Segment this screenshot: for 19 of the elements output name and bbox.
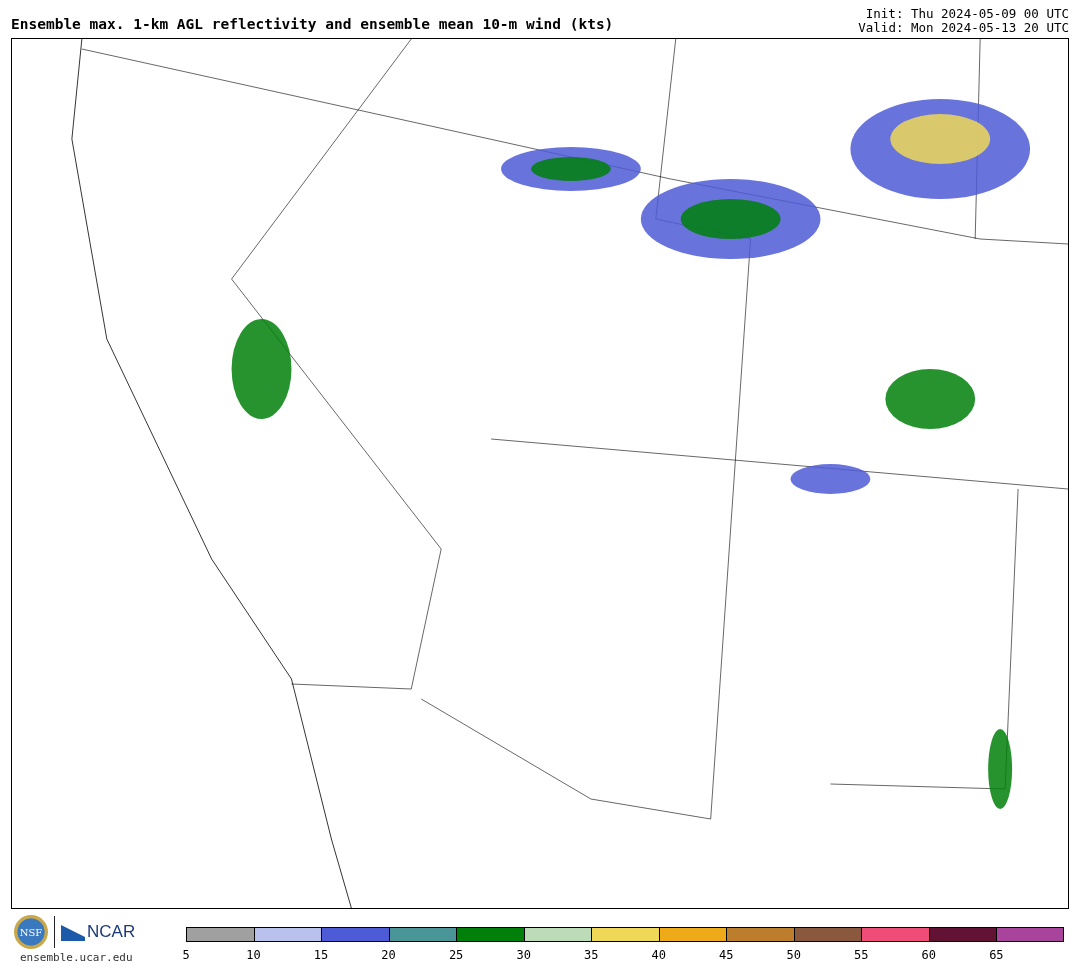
ncar-logo: NCAR — [61, 922, 136, 942]
colorbar-label: 5 — [182, 947, 190, 962]
site-url: ensemble.ucar.edu — [19, 951, 133, 964]
colorbar-label: 40 — [651, 947, 666, 962]
valid-time: Valid: Mon 2024-05-13 20 UTC — [858, 21, 1069, 35]
colorbar-label: 45 — [719, 947, 734, 962]
colorbar-label: 10 — [246, 947, 261, 962]
nsf-logo: NSF — [14, 915, 48, 949]
colorbar-label: 50 — [786, 947, 801, 962]
init-time: Init: Thu 2024-05-09 00 UTC — [865, 7, 1069, 21]
colorbar-label: 65 — [989, 947, 1004, 962]
colorbar-label: 55 — [854, 947, 869, 962]
colorbar-label: 25 — [448, 947, 464, 962]
chart-title: Ensemble max. 1-km AGL reflectivity and ensemble mean 10-m wind (kts) — [11, 16, 614, 34]
colorbar-label: 35 — [583, 947, 599, 962]
colorbar-label: 20 — [381, 947, 396, 962]
colorbar-label: 60 — [921, 947, 937, 962]
colorbar-label: 15 — [313, 947, 329, 962]
colorbar-label: 30 — [516, 947, 531, 962]
